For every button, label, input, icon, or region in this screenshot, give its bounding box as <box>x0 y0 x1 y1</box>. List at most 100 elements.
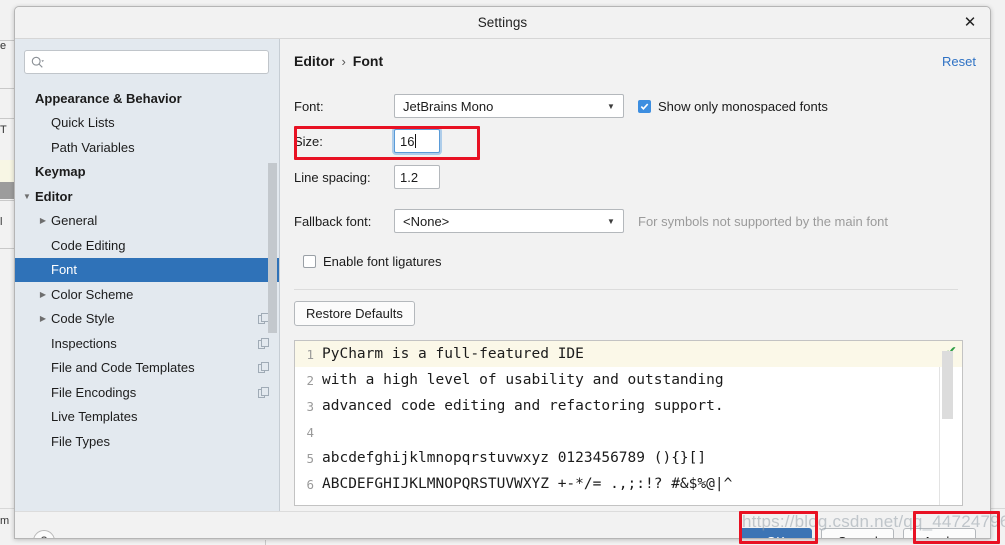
preview-line: 5 abcdefghijklmnopqrstuvwxyz 0123456789 (… <box>295 445 962 471</box>
monospace-checkbox[interactable] <box>638 99 651 113</box>
apply-button[interactable]: Apply <box>903 527 976 538</box>
line-text: PyCharm is a full-featured IDE <box>322 346 584 362</box>
sidebar-item-label: Appearance & Behavior <box>35 90 182 106</box>
search-wrap <box>15 50 279 74</box>
line-number: 6 <box>306 476 314 492</box>
sidebar-item-color-scheme[interactable]: ▶ Color Scheme <box>15 282 279 307</box>
cancel-button[interactable]: Cancel <box>821 527 894 538</box>
sidebar-item-file-and-code-templates[interactable]: File and Code Templates <box>15 356 279 381</box>
dialog-titlebar: Settings ✕ <box>15 7 990 39</box>
sidebar-item-appearance-behavior[interactable]: Appearance & Behavior <box>15 86 279 111</box>
reset-link[interactable]: Reset <box>942 54 976 69</box>
sidebar-item-editor[interactable]: ▼ Editor <box>15 184 279 209</box>
breadcrumb-parent[interactable]: Editor <box>294 53 334 69</box>
preview-line: 6 ABCDEFGHIJKLMNOPQRSTUVWXYZ +-*/= .,;:!?… <box>295 471 962 497</box>
sidebar-item-label: Live Templates <box>51 409 138 425</box>
sidebar-item-label: Keymap <box>35 164 86 180</box>
font-size-input[interactable]: 16 <box>394 129 440 153</box>
line-number: 1 <box>306 346 314 362</box>
sidebar-item-file-types[interactable]: File Types <box>15 429 279 454</box>
sidebar-item-label: File Encodings <box>51 384 137 400</box>
restore-defaults-button[interactable]: Restore Defaults <box>294 301 415 326</box>
ligatures-row: Enable font ligatures <box>294 249 974 273</box>
sidebar-item-label: Inspections <box>51 335 117 351</box>
fallback-font-row: Fallback font: <None> ▼ For symbols not … <box>294 209 974 233</box>
sidebar-item-code-style[interactable]: ▶ Code Style <box>15 307 279 332</box>
sidebar-item-keymap[interactable]: Keymap <box>15 160 279 185</box>
bg-text-1: e <box>0 40 7 52</box>
breadcrumb: Editor › Font Reset <box>294 53 990 75</box>
sidebar-item-file-encodings[interactable]: File Encodings <box>15 380 279 405</box>
sidebar-item-font[interactable]: Font <box>15 257 279 282</box>
bg-selection <box>0 182 14 199</box>
line-text: advanced code editing and refactoring su… <box>322 398 724 414</box>
ok-button[interactable]: OK <box>739 527 812 538</box>
line-spacing-input[interactable]: 1.2 <box>394 165 440 189</box>
ligatures-checkbox[interactable] <box>303 254 316 268</box>
breadcrumb-current: Font <box>352 53 384 69</box>
help-button[interactable]: ? <box>33 530 55 538</box>
sidebar-item-general[interactable]: ▶ General <box>15 209 279 234</box>
bg-divider-4 <box>0 200 14 201</box>
search-input[interactable] <box>47 51 262 73</box>
sidebar-item-code-editing[interactable]: Code Editing <box>15 233 279 258</box>
sidebar-item-label: General <box>51 213 98 229</box>
font-family-select[interactable]: JetBrains Mono ▼ <box>394 94 624 118</box>
ligatures-checkbox-label: Enable font ligatures <box>323 253 442 269</box>
copy-settings-icon[interactable] <box>258 386 269 398</box>
preview-scrollbar[interactable] <box>942 351 953 419</box>
fallback-font-label: Fallback font: <box>294 213 372 229</box>
fallback-font-select[interactable]: <None> ▼ <box>394 209 624 233</box>
close-icon[interactable]: ✕ <box>959 12 981 34</box>
fallback-font-value: <None> <box>403 213 450 229</box>
sidebar-item-label: Color Scheme <box>51 286 134 302</box>
ligatures-checkbox-row[interactable]: Enable font ligatures <box>303 254 442 269</box>
search-box[interactable] <box>24 50 269 74</box>
bg-text-2: T <box>0 124 7 136</box>
sidebar-item-label: Path Variables <box>51 139 135 155</box>
copy-settings-icon[interactable] <box>258 337 269 349</box>
preview-code-area: 1 PyCharm is a full-featured IDE 2 with a h… <box>295 341 962 505</box>
sidebar-item-label: File Types <box>51 433 111 449</box>
chevron-right-icon[interactable]: ▶ <box>35 314 51 323</box>
text-caret <box>415 134 417 148</box>
screen: e T l m Settings ✕ Appearance & Behavior… <box>0 0 1005 545</box>
sidebar-item-label: Quick Lists <box>51 115 115 131</box>
sidebar-item-label: Code Style <box>51 311 115 327</box>
line-number: 5 <box>306 450 314 466</box>
sidebar-item-label: File and Code Templates <box>51 360 195 376</box>
sidebar-item-inspections[interactable]: Inspections <box>15 331 279 356</box>
fallback-font-hint: For symbols not supported by the main fo… <box>638 213 889 229</box>
font-size-value: 16 <box>400 133 415 149</box>
sidebar-item-quick-lists[interactable]: Quick Lists <box>15 111 279 136</box>
bg-highlight <box>0 160 14 182</box>
sidebar-scrollbar[interactable] <box>268 163 277 333</box>
font-settings-form: Font: JetBrains Mono ▼ Show only monospa… <box>294 94 990 506</box>
settings-sidebar: Appearance & Behavior Quick Lists Path Var… <box>15 39 280 511</box>
sidebar-item-path-variables[interactable]: Path Variables <box>15 135 279 160</box>
sidebar-item-label: Font <box>51 262 78 278</box>
monospace-checkbox-label: Show only monospaced fonts <box>658 98 828 114</box>
settings-dialog: Settings ✕ Appearance & Behavior Quick L… <box>14 6 991 539</box>
preview-line: 1 PyCharm is a full-featured IDE <box>295 341 962 367</box>
font-row: Font: JetBrains Mono ▼ Show only monospa… <box>294 94 974 118</box>
line-spacing-row: Line spacing: 1.2 <box>294 165 974 189</box>
chevron-right-icon[interactable]: ▶ <box>35 290 51 299</box>
dialog-body: Appearance & Behavior Quick Lists Path Var… <box>15 39 990 511</box>
settings-tree: Appearance & Behavior Quick Lists Path Var… <box>15 86 279 454</box>
dialog-footer: ? OK Cancel Apply <box>15 511 990 538</box>
chevron-down-icon[interactable]: ▼ <box>19 192 35 201</box>
copy-settings-icon[interactable] <box>258 362 269 374</box>
bg-text-3: l <box>0 216 3 228</box>
search-icon <box>31 56 44 69</box>
form-divider <box>294 289 958 290</box>
chevron-down-icon: ▼ <box>607 101 615 111</box>
chevron-right-icon[interactable]: ▶ <box>35 216 51 225</box>
line-number: 2 <box>306 372 314 388</box>
bg-divider-5 <box>0 248 14 249</box>
font-label: Font: <box>294 98 324 114</box>
sidebar-item-live-templates[interactable]: Live Templates <box>15 405 279 430</box>
restore-defaults-row: Restore Defaults <box>294 301 974 326</box>
monospace-checkbox-row[interactable]: Show only monospaced fonts <box>638 99 828 114</box>
font-preview[interactable]: 1 PyCharm is a full-featured IDE 2 with a h… <box>294 340 963 506</box>
